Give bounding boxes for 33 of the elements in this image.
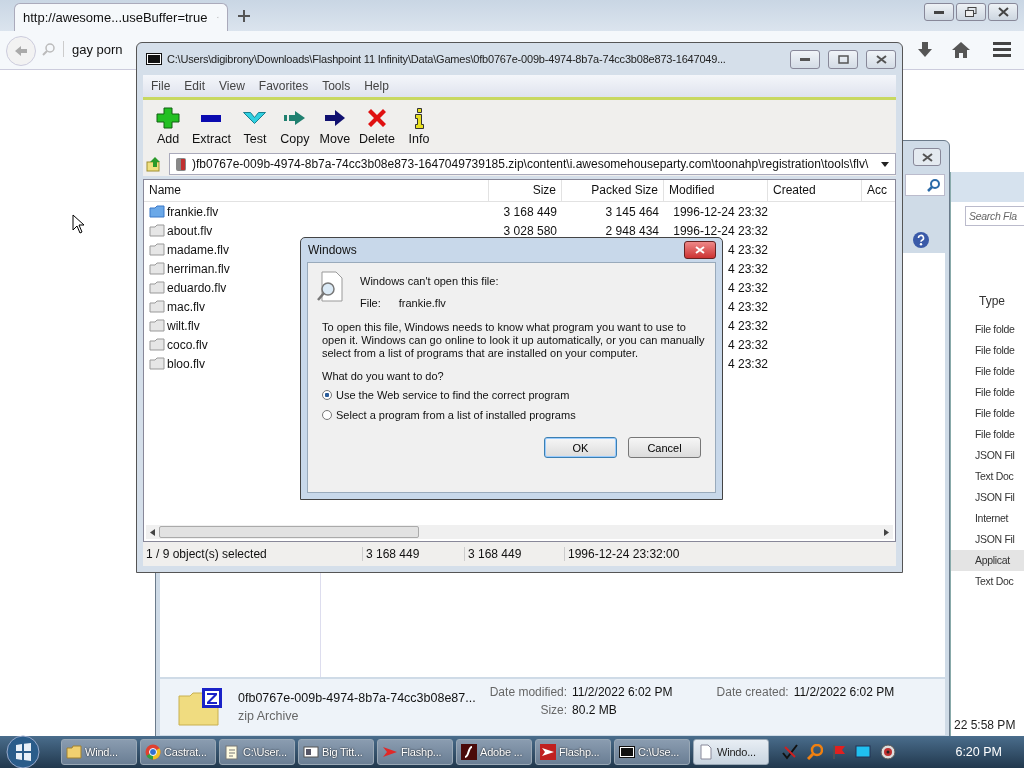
- field-value: 11/2/2022 6:02 PM: [793, 685, 895, 699]
- table-cell-text: 3 028 580: [502, 223, 558, 238]
- field-value: 11/2/2022 6:02 PM: [572, 685, 673, 699]
- status-text: 3 168 449: [363, 547, 465, 561]
- table-cell: 4 23:32: [727, 318, 768, 333]
- window-title: C:\Users\digibrony\Downloads\Flashpoint 11 Infinity\Data\Games\0fb0767e-009b-4974-8b7a-74cc3b08e873-1647049...: [167, 53, 727, 65]
- table-cell: 4 23:32: [727, 299, 768, 314]
- status-text: 3 168 449: [465, 547, 565, 561]
- dialog-message: To open this file, Windows needs to know what program you want to use to open it. Windows can go online to look it up automatically, or you can manually select from a list of programs that are installed on your computer.: [322, 321, 706, 360]
- file-name: 0fb0767e-009b-4974-8b7a-74cc3b08e87...: [238, 691, 476, 705]
- file-name: frankie.flv: [398, 297, 446, 309]
- field-label: File:: [360, 297, 381, 309]
- status-text: 1 / 9 object(s) selected: [143, 547, 363, 561]
- time-label: 22 5:58 PM: [954, 718, 1016, 732]
- field-label: Size:: [539, 703, 568, 717]
- table-cell: 4 23:32: [727, 242, 768, 257]
- status-text: 1996-12-24 23:32:00: [567, 547, 680, 561]
- table-cell-text: 3 168 449: [502, 204, 558, 219]
- dialog-question: What do you want to do?: [322, 370, 445, 382]
- table-cell: 1996-12-24 23:32: [673, 204, 768, 219]
- table-cell: 4 23:32: [727, 280, 768, 295]
- table-cell: 4 23:32: [727, 356, 768, 371]
- dialog-title: Windows: [308, 243, 357, 257]
- table-cell: 1996-12-24 23:32: [673, 223, 768, 238]
- file-type: zip Archive: [238, 709, 300, 723]
- table-cell-text: 3 145 464: [604, 204, 660, 219]
- field-label: Date modified:: [489, 685, 568, 699]
- dialog-heading: Windows can't open this file:: [360, 275, 499, 287]
- field-label: Date created:: [716, 685, 789, 699]
- table-cell: 4 23:32: [727, 261, 768, 276]
- table-cell-text: 2 948 434: [604, 223, 660, 238]
- table-cell: 4 23:32: [727, 337, 768, 352]
- field-value: 80.2 MB: [572, 703, 618, 717]
